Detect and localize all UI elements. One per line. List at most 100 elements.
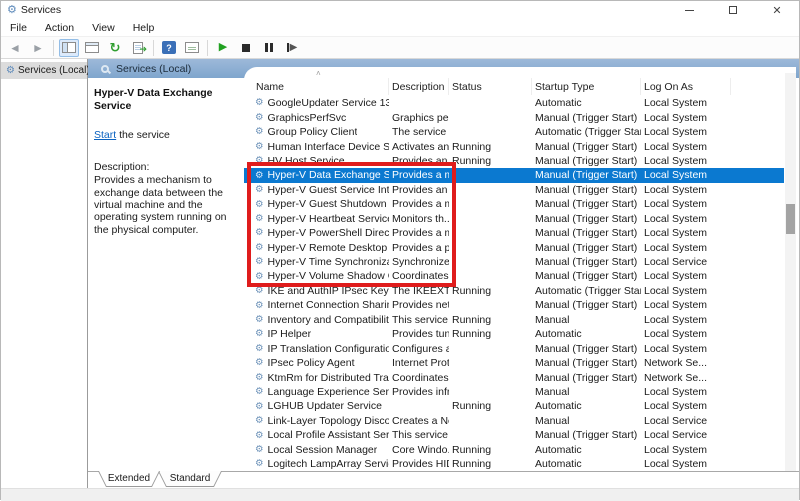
tab-standard[interactable]: Standard [158, 471, 222, 487]
table-row[interactable]: ⚙Local Profile Assistant ServiceThis ser… [244, 428, 784, 442]
column-header-status[interactable]: Status [449, 78, 532, 95]
table-row[interactable]: ⚙IKE and AuthIP IPsec Keying ...The IKEE… [244, 284, 784, 298]
cell-name: ⚙Hyper-V Guest Service Interf... [253, 184, 389, 196]
cell-log-on-as: Local System [641, 169, 731, 181]
forward-button[interactable]: ► [28, 39, 48, 57]
restart-service-button[interactable]: ▶ [282, 39, 302, 57]
service-gear-icon: ⚙ [255, 214, 264, 224]
table-row[interactable]: ⚙GoogleUpdater Service 130.0...Automatic… [244, 96, 784, 110]
table-row[interactable]: ⚙Group Policy ClientThe service i...Auto… [244, 125, 784, 139]
cell-log-on-as: Local System [641, 126, 731, 138]
table-row[interactable]: ⚙Hyper-V Remote Desktop Vi...Provides a … [244, 240, 784, 254]
tree-item-services-local[interactable]: ⚙ Services (Local) [1, 62, 87, 79]
pause-icon [265, 43, 273, 52]
vertical-scrollbar[interactable] [785, 73, 796, 471]
menu-bar: File Action View Help [1, 19, 799, 37]
cell-status: Running [449, 155, 532, 167]
service-gear-icon: ⚙ [255, 142, 264, 152]
pause-service-button[interactable] [259, 39, 279, 57]
cell-description: Provides infr... [389, 386, 449, 398]
column-header-description[interactable]: Description [389, 78, 449, 95]
menu-file[interactable]: File [1, 22, 36, 34]
table-row[interactable]: ⚙IPsec Policy AgentInternet Prot...Manua… [244, 356, 784, 370]
scrollbar-thumb[interactable] [786, 204, 795, 234]
table-row[interactable]: ⚙KtmRm for Distributed Trans...Coordinat… [244, 370, 784, 384]
cell-description: Graphics per... [389, 112, 449, 124]
show-console-tree-button[interactable] [59, 39, 79, 57]
table-row[interactable]: ⚙GraphicsPerfSvcGraphics per...Manual (T… [244, 110, 784, 124]
show-action-pane-button[interactable] [182, 39, 202, 57]
table-row[interactable]: ⚙Human Interface Device Serv...Activates… [244, 139, 784, 153]
table-row[interactable]: ⚙HV Host ServiceProvides an i...RunningM… [244, 154, 784, 168]
table-row[interactable]: ⚙Language Experience ServiceProvides inf… [244, 385, 784, 399]
close-button[interactable]: ✕ [755, 1, 799, 19]
column-header-startup-type[interactable]: Startup Type [532, 78, 641, 95]
table-row[interactable]: ⚙Link-Layer Topology Discove...Creates a… [244, 414, 784, 428]
table-row[interactable]: ⚙IP HelperProvides tun...RunningAutomati… [244, 327, 784, 341]
tab-standard-label: Standard [159, 471, 221, 486]
service-name: Internet Connection Sharing... [268, 299, 389, 311]
table-row[interactable]: ⚙Hyper-V PowerShell Direct S...Provides … [244, 226, 784, 240]
service-name: GoogleUpdater Service 130.0... [268, 97, 389, 109]
table-row[interactable]: ⚙Hyper-V Volume Shadow Co...Coordinates … [244, 269, 784, 283]
cell-name: ⚙Internet Connection Sharing... [253, 299, 389, 311]
table-row[interactable]: ⚙Hyper-V Guest Shutdown Se...Provides a … [244, 197, 784, 211]
maximize-button[interactable] [711, 1, 755, 19]
table-row[interactable]: ⚙Inventory and Compatibility...This serv… [244, 313, 784, 327]
cell-startup-type: Manual (Trigger Start) [532, 270, 641, 282]
cell-name: ⚙Human Interface Device Serv... [253, 141, 389, 153]
start-service-button[interactable]: ▶ [213, 39, 233, 57]
cell-description: Provides a m... [389, 169, 449, 181]
cell-status: Running [449, 141, 532, 153]
column-header-log-on-as[interactable]: Log On As [641, 78, 731, 95]
cell-status: Running [449, 328, 532, 340]
cell-startup-type: Manual (Trigger Start) [532, 141, 641, 153]
refresh-button[interactable]: ↻ [105, 39, 125, 57]
minimize-button[interactable] [667, 1, 711, 19]
table-row[interactable]: ⚙Hyper-V Time Synchronizati...Synchroniz… [244, 255, 784, 269]
table-row[interactable]: ⚙Hyper-V Data Exchange Serv...Provides a… [244, 168, 784, 182]
table-row[interactable]: ⚙LGHUB Updater ServiceRunningAutomaticLo… [244, 399, 784, 413]
cell-startup-type: Automatic [532, 458, 641, 470]
cell-startup-type: Automatic [532, 328, 641, 340]
cell-name: ⚙Local Profile Assistant Service [253, 429, 389, 441]
tab-extended[interactable]: Extended [98, 471, 160, 487]
export-list-icon: ➔ [133, 42, 143, 54]
service-name: KtmRm for Distributed Trans... [268, 372, 389, 384]
service-name: Logitech LampArray Service [268, 458, 389, 470]
cell-name: ⚙Hyper-V Volume Shadow Co... [253, 270, 389, 282]
start-service-link[interactable]: Start [94, 129, 116, 141]
back-button[interactable]: ◄ [5, 39, 25, 57]
menu-action[interactable]: Action [36, 22, 83, 34]
cell-startup-type: Automatic (Trigger Start) [532, 285, 641, 297]
table-row[interactable]: ⚙Hyper-V Heartbeat ServiceMonitors th...… [244, 212, 784, 226]
services-pane: Services (Local) Hyper-V Data Exchange S… [88, 59, 799, 488]
cell-status: Running [449, 285, 532, 297]
table-row[interactable]: ⚙Local Session ManagerCore Windo...Runni… [244, 443, 784, 457]
table-row[interactable]: ⚙Hyper-V Guest Service Interf...Provides… [244, 183, 784, 197]
table-row[interactable]: ⚙Internet Connection Sharing...Provides … [244, 298, 784, 312]
export-list-button[interactable]: ➔ [128, 39, 148, 57]
cell-description: Provides a m... [389, 198, 449, 210]
properties-button[interactable] [82, 39, 102, 57]
cell-description: Provides a pl... [389, 242, 449, 254]
description-label: Description: [94, 161, 238, 173]
cell-log-on-as: Local System [641, 386, 731, 398]
cell-log-on-as: Local System [641, 458, 731, 470]
start-service-suffix: the service [116, 129, 170, 141]
stop-service-button[interactable] [236, 39, 256, 57]
play-icon: ▶ [219, 42, 227, 53]
column-header-name[interactable]: Name [253, 78, 389, 95]
table-row[interactable]: ⚙Logitech LampArray ServiceProvides HID.… [244, 457, 784, 471]
action-pane-icon [185, 42, 199, 53]
menu-help[interactable]: Help [124, 22, 164, 34]
service-name: LGHUB Updater Service [268, 400, 382, 412]
cell-description: Configures a... [389, 343, 449, 355]
table-row[interactable]: ⚙IP Translation Configuration ...Configu… [244, 341, 784, 355]
menu-view[interactable]: View [83, 22, 124, 34]
help-button[interactable]: ? [159, 39, 179, 57]
service-gear-icon: ⚙ [255, 156, 264, 166]
service-name: IP Translation Configuration ... [268, 343, 389, 355]
cell-description: The service i... [389, 126, 449, 138]
service-rows: ⚙ GoogleUpdater Service 130.0... Automatic… [244, 96, 796, 471]
